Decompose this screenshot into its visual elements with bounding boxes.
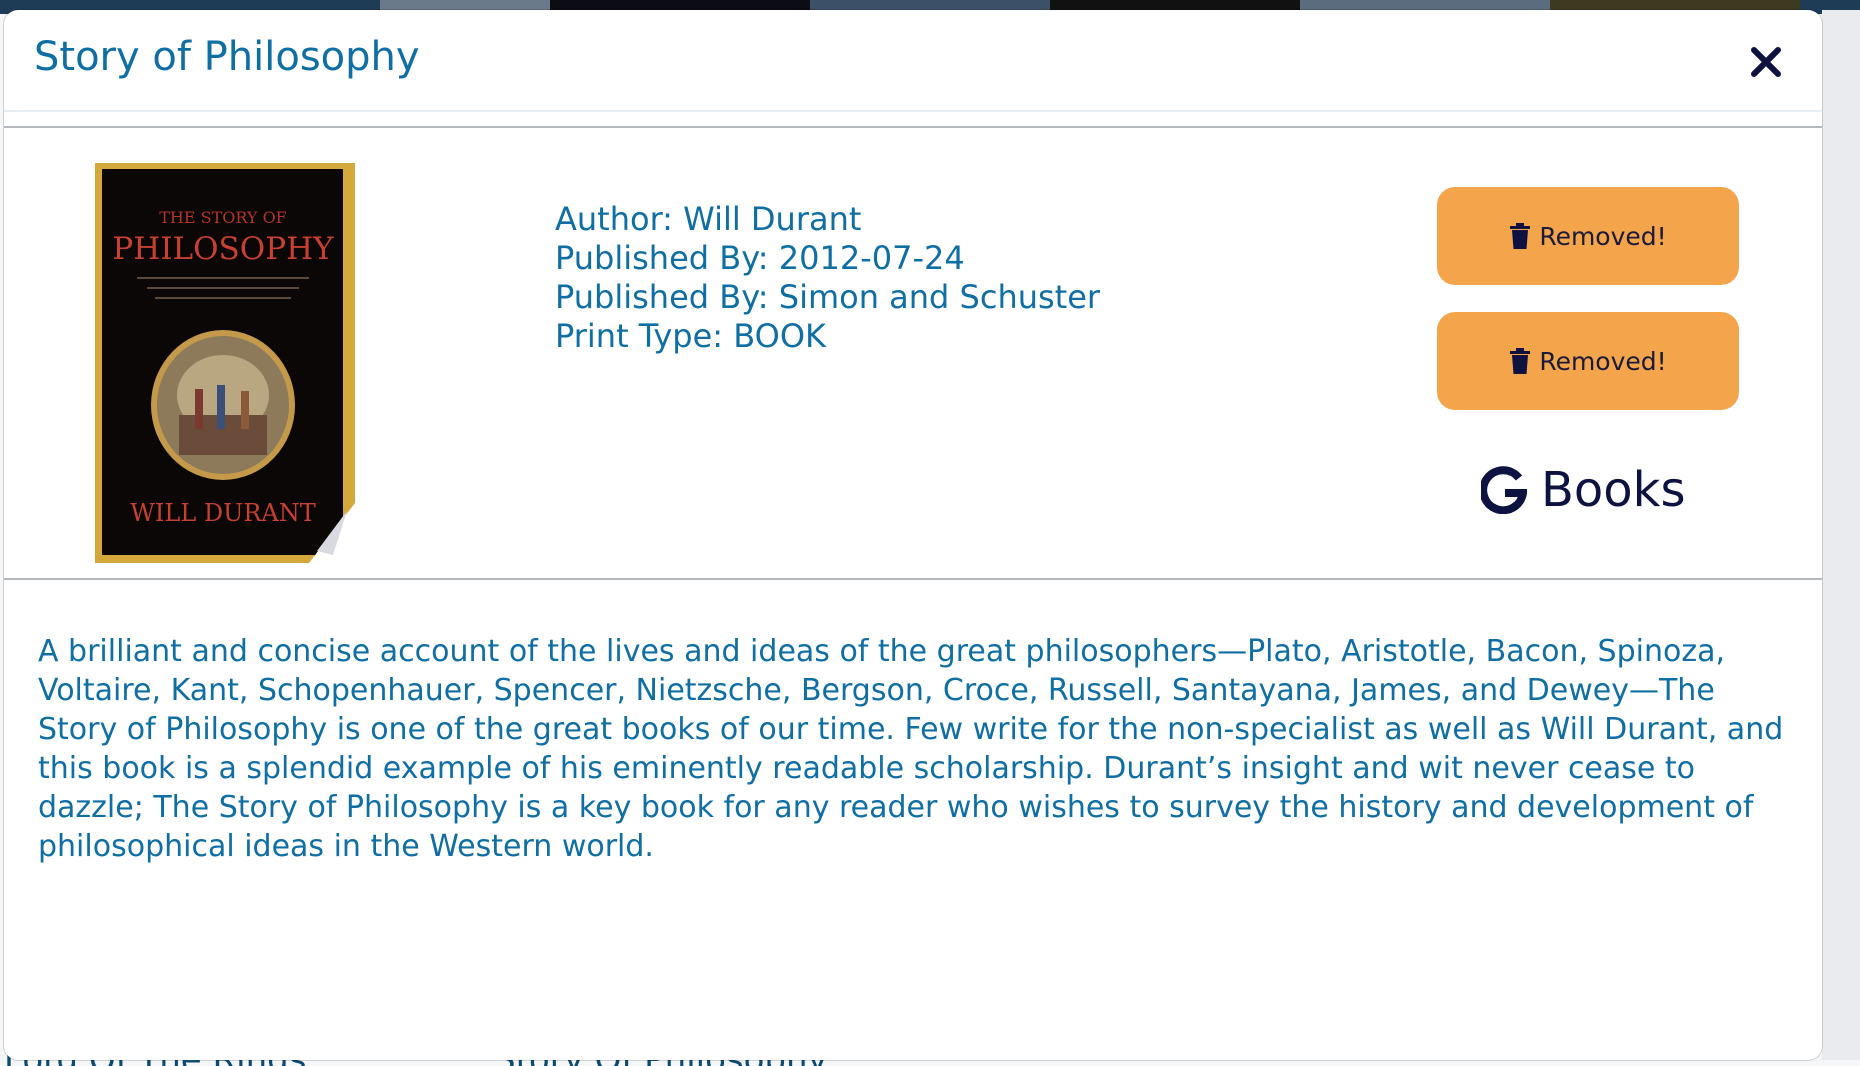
removed-button-label: Removed! bbox=[1539, 346, 1667, 376]
book-info-section: THE STORY OF PHILOSOPHY WILL DURANT Auth… bbox=[4, 128, 1822, 578]
modal-backdrop-edge bbox=[1822, 10, 1860, 1060]
book-metadata: Author: Will Durant Published By: 2012-0… bbox=[555, 200, 1100, 356]
book-cover-image: THE STORY OF PHILOSOPHY WILL DURANT bbox=[95, 163, 355, 563]
google-books-label: Books bbox=[1541, 462, 1686, 518]
google-g-icon bbox=[1481, 466, 1527, 514]
modal-title: Story of Philosophy bbox=[34, 34, 420, 80]
close-button[interactable] bbox=[1744, 40, 1788, 84]
author-text: Author: Will Durant bbox=[555, 200, 862, 238]
divider bbox=[4, 578, 1822, 580]
book-description: A brilliant and concise account of the l… bbox=[38, 634, 1784, 864]
close-icon bbox=[1751, 47, 1781, 77]
modal-header: Story of Philosophy bbox=[4, 10, 1822, 112]
cover-title-line1: THE STORY OF bbox=[159, 208, 287, 227]
removed-button[interactable]: Removed! bbox=[1437, 187, 1739, 285]
removed-button[interactable]: Removed! bbox=[1437, 312, 1739, 410]
trash-icon bbox=[1510, 348, 1531, 374]
cover-author: WILL DURANT bbox=[130, 499, 316, 527]
print-type-text: Print Type: BOOK bbox=[555, 317, 826, 355]
publisher-text: Published By: Simon and Schuster bbox=[555, 278, 1101, 316]
book-detail-modal: Story of Philosophy THE STORY OF PHILOSO… bbox=[4, 10, 1822, 1060]
removed-button-label: Removed! bbox=[1539, 221, 1667, 251]
trash-icon bbox=[1510, 223, 1531, 249]
google-books-link[interactable]: Books bbox=[1481, 458, 1685, 522]
published-date-text: Published By: 2012-07-24 bbox=[555, 239, 965, 277]
cover-title-line2: PHILOSOPHY bbox=[112, 231, 334, 267]
